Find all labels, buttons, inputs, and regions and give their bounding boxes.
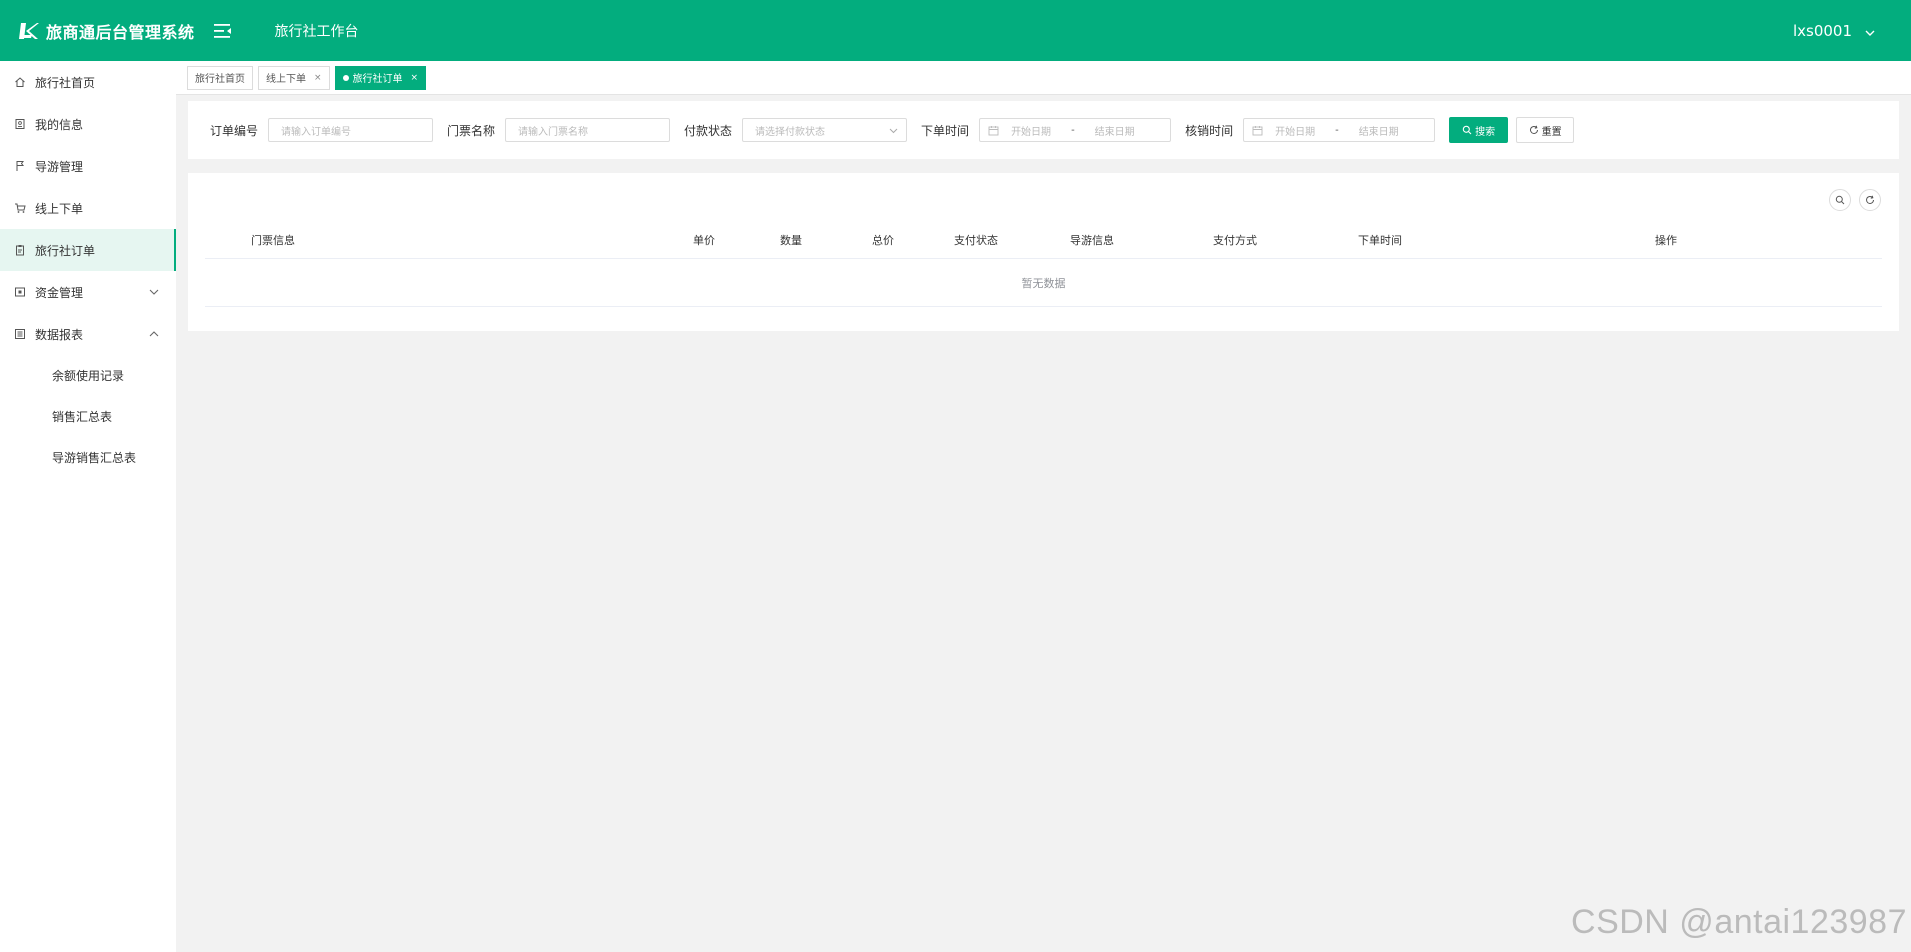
chevron-down-icon (889, 126, 898, 135)
search-icon (1835, 195, 1845, 205)
active-dot-icon (342, 74, 349, 81)
tab-agency-home[interactable]: 旅行社首页 (187, 65, 253, 90)
search-button[interactable]: 搜索 (1449, 117, 1509, 143)
toggle-search-button[interactable] (1829, 189, 1851, 211)
pay-status-label: 付款状态 (684, 123, 733, 138)
verify-time-range[interactable]: 开始日期 - 结束日期 (1243, 118, 1436, 142)
search-button-label: 搜索 (1475, 126, 1496, 138)
chevron-down-icon (1864, 25, 1876, 37)
order-time-label: 下单时间 (921, 123, 970, 138)
order-time-start[interactable]: 开始日期 (1011, 123, 1051, 138)
sidebar-item-label: 导游管理 (35, 159, 84, 174)
calendar-icon (988, 125, 999, 136)
close-icon[interactable]: × (411, 73, 419, 83)
ticket-name-input[interactable]: 请输入门票名称 (505, 118, 671, 142)
report-icon (14, 328, 26, 340)
sidebar-item-data-reports[interactable]: 数据报表 (0, 313, 176, 355)
wallet-icon (14, 286, 26, 298)
top-header: 旅商通后台管理系统 旅行社工作台 lxs0001 (0, 0, 1911, 61)
flag-icon (14, 160, 26, 172)
column-unit-price: 单价 (693, 234, 715, 247)
column-ticket-info: 门票信息 (251, 234, 295, 247)
sidebar: 旅行社首页 我的信息 导游管理 线上下单 旅行社订单 资金管理 数据报表 余额使… (0, 61, 176, 952)
column-pay-status: 支付状态 (954, 234, 998, 247)
sidebar-item-my-info[interactable]: 我的信息 (0, 103, 176, 145)
sidebar-item-guide-management[interactable]: 导游管理 (0, 145, 176, 187)
reset-button[interactable]: 重置 (1516, 117, 1575, 143)
search-icon (1462, 125, 1472, 135)
order-no-label: 订单编号 (210, 123, 259, 138)
pay-status-placeholder: 请选择付款状态 (755, 126, 826, 138)
watermark: CSDN @antai123987 (1571, 903, 1907, 941)
refresh-table-button[interactable] (1859, 189, 1881, 211)
reset-button-label: 重置 (1541, 126, 1562, 138)
order-time-end[interactable]: 结束日期 (1095, 123, 1135, 138)
tab-label: 旅行社订单 (352, 74, 403, 85)
sidebar-item-label: 我的信息 (35, 117, 84, 132)
verify-time-start[interactable]: 开始日期 (1275, 123, 1315, 138)
chevron-up-icon (148, 328, 160, 340)
username: lxs0001 (1792, 21, 1852, 40)
tab-online-order[interactable]: 线上下单 × (258, 65, 330, 90)
logo-icon (18, 21, 40, 41)
profile-icon (14, 118, 26, 130)
tabs-bar: 旅行社首页 线上下单 × 旅行社订单 × (176, 61, 1911, 95)
tab-agency-orders[interactable]: 旅行社订单 × (334, 65, 427, 90)
tab-label: 旅行社首页 (195, 74, 245, 85)
user-menu[interactable]: lxs0001 (1793, 0, 1876, 61)
order-no-placeholder: 请输入订单编号 (281, 126, 352, 138)
workspace-title: 旅行社工作台 (274, 23, 359, 40)
verify-time-end[interactable]: 结束日期 (1359, 123, 1399, 138)
orders-table-panel: 门票信息 单价 数量 总价 支付状态 导游信息 支付方式 下单时间 操作 暂无数… (188, 173, 1899, 331)
sidebar-subitem-guide-sales-summary[interactable]: 导游销售汇总表 (0, 437, 176, 478)
calendar-icon (1252, 125, 1263, 136)
sidebar-item-fund-management[interactable]: 资金管理 (0, 271, 176, 313)
tab-label: 线上下单 (266, 74, 306, 85)
range-separator: - (1335, 124, 1339, 136)
range-separator: - (1071, 124, 1075, 136)
sidebar-item-label: 旅行社订单 (35, 243, 96, 258)
table-header: 门票信息 单价 数量 总价 支付状态 导游信息 支付方式 下单时间 操作 (205, 221, 1882, 259)
sidebar-subitem-balance-records[interactable]: 余额使用记录 (0, 355, 176, 396)
clipboard-icon (14, 244, 26, 256)
sidebar-subitem-sales-summary[interactable]: 销售汇总表 (0, 396, 176, 437)
ticket-name-placeholder: 请输入门票名称 (518, 126, 589, 138)
order-no-input[interactable]: 请输入订单编号 (268, 118, 434, 142)
menu-toggle-icon[interactable] (213, 22, 233, 40)
app-title: 旅商通后台管理系统 (46, 22, 195, 42)
chevron-down-icon (148, 286, 160, 298)
search-form: 订单编号 请输入订单编号 门票名称 请输入门票名称 付款状态 请选择付款状态 下… (188, 101, 1899, 159)
cart-icon (14, 202, 26, 214)
ticket-name-label: 门票名称 (447, 123, 496, 138)
refresh-icon (1866, 195, 1874, 204)
sidebar-item-online-order[interactable]: 线上下单 (0, 187, 176, 229)
empty-state: 暂无数据 (205, 260, 1882, 307)
sidebar-item-agency-orders[interactable]: 旅行社订单 (0, 229, 176, 271)
sidebar-item-label: 数据报表 (35, 327, 84, 342)
column-quantity: 数量 (780, 234, 802, 247)
column-actions: 操作 (1655, 234, 1677, 247)
sidebar-item-label: 资金管理 (35, 285, 84, 300)
close-icon[interactable]: × (314, 73, 322, 83)
home-icon (14, 76, 26, 88)
refresh-icon (1529, 125, 1539, 135)
sidebar-item-label: 旅行社首页 (35, 75, 96, 90)
sidebar-item-label: 线上下单 (35, 201, 84, 216)
column-guide-info: 导游信息 (1070, 234, 1114, 247)
column-order-time: 下单时间 (1358, 234, 1402, 247)
column-pay-method: 支付方式 (1213, 234, 1257, 247)
verify-time-label: 核销时间 (1185, 123, 1234, 138)
pay-status-select[interactable]: 请选择付款状态 (742, 118, 908, 142)
app-logo[interactable]: 旅商通后台管理系统 (18, 19, 195, 43)
column-total-price: 总价 (872, 234, 894, 247)
order-time-range[interactable]: 开始日期 - 结束日期 (979, 118, 1172, 142)
sidebar-item-home[interactable]: 旅行社首页 (0, 61, 176, 103)
